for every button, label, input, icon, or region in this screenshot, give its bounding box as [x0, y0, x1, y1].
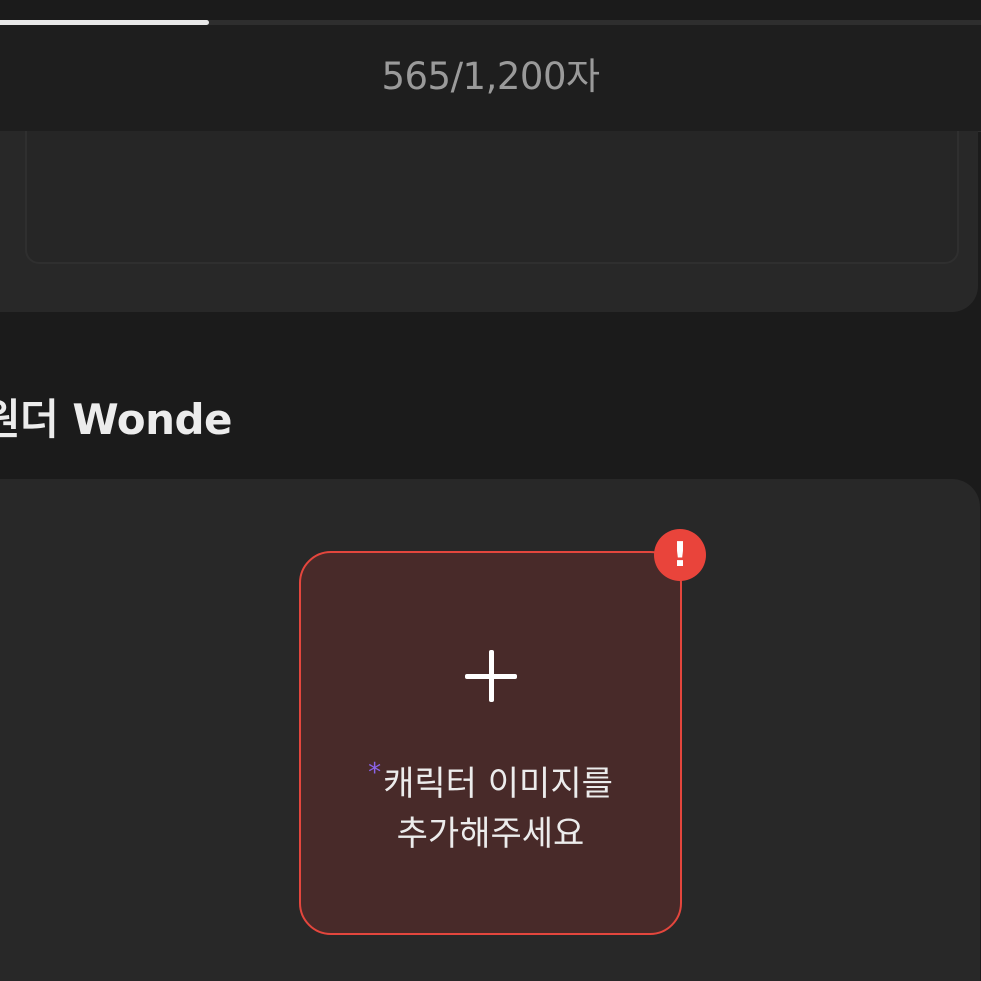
upload-prompt-line2: 추가해주세요	[396, 814, 585, 854]
description-textarea[interactable]	[25, 131, 959, 264]
exclamation-icon: !	[654, 529, 706, 581]
description-card	[0, 131, 978, 312]
upload-prompt-text1: 캐릭터 이미지를	[383, 764, 613, 804]
required-asterisk: *	[368, 758, 382, 788]
upload-prompt: *캐릭터 이미지를 추가해주세요	[301, 748, 680, 859]
screen: 565/1,200자 원더 Wonde *캐릭터 이미지를 추가해주세요 !	[0, 0, 981, 981]
add-character-image-button[interactable]: *캐릭터 이미지를 추가해주세요	[299, 551, 682, 935]
section-title: 원더 Wonde	[0, 395, 233, 444]
upload-prompt-line1: *캐릭터 이미지를	[301, 748, 680, 809]
character-counter-bar: 565/1,200자	[0, 25, 981, 132]
plus-icon	[465, 650, 517, 702]
character-count: 565/1,200자	[381, 55, 600, 98]
